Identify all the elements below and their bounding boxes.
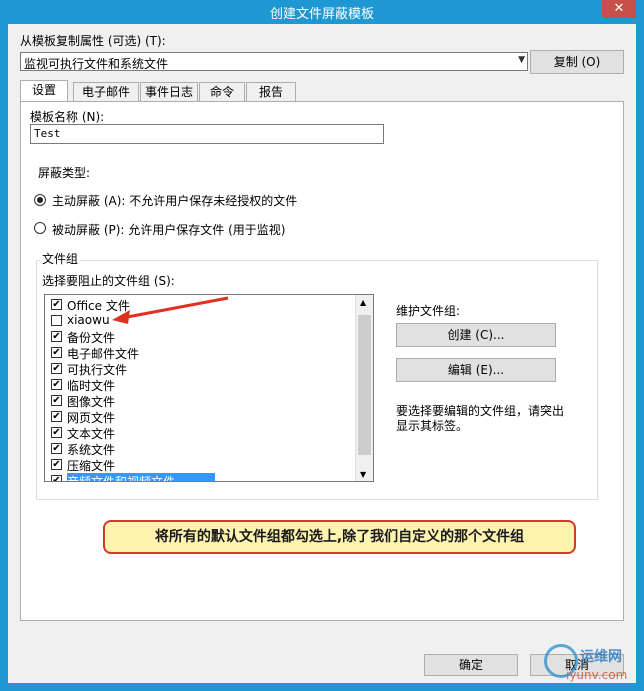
watermark-bottom: iyunv.com xyxy=(566,668,628,682)
template-dropdown-value: 监视可执行文件和系统文件 xyxy=(24,57,169,71)
list-item[interactable]: ✔ 网页文件 xyxy=(51,409,361,425)
template-name-value: Test xyxy=(34,127,61,140)
list-item-label: 系统文件 xyxy=(67,443,116,457)
list-item-label: 音频文件和视频文件 xyxy=(67,473,216,481)
list-item-label: 网页文件 xyxy=(67,411,116,425)
dialog-window: 创建文件屏蔽模板 ✕ 从模板复制属性 (可选) (T): 监视可执行文件和系统文… xyxy=(0,0,644,691)
scroll-down-icon[interactable]: ▼ xyxy=(360,470,366,479)
list-item[interactable]: ✔ 图像文件 xyxy=(51,393,361,409)
watermark-top: 运维网 xyxy=(580,649,622,665)
checkbox-checked[interactable]: ✔ xyxy=(51,331,62,342)
list-item-label: 文本文件 xyxy=(67,427,116,441)
chevron-down-icon[interactable]: ▼ xyxy=(518,55,525,65)
list-item-label: 电子邮件文件 xyxy=(67,347,140,361)
annotation-arrow xyxy=(112,296,229,324)
list-item-label: 备份文件 xyxy=(67,331,116,345)
template-name-input[interactable]: Test xyxy=(30,124,384,144)
select-groups-label: 选择要阻止的文件组 (S): xyxy=(42,274,175,288)
screen-type-label: 屏蔽类型: xyxy=(38,166,91,180)
checkbox-checked[interactable]: ✔ xyxy=(51,347,62,358)
tab-settings[interactable]: 设置 xyxy=(20,80,68,101)
active-screening-label: 主动屏蔽 (A): 不允许用户保存未经授权的文件 xyxy=(52,194,298,208)
checkbox-checked[interactable]: ✔ xyxy=(51,299,62,310)
checkbox-checked[interactable]: ✔ xyxy=(51,379,62,390)
tab-report[interactable]: 报告 xyxy=(246,82,296,101)
list-item[interactable]: ✔ 可执行文件 xyxy=(51,361,361,377)
list-item[interactable]: ✔ 文本文件 xyxy=(51,425,361,441)
list-item[interactable]: ✔ 压缩文件 xyxy=(51,457,361,473)
tab-email[interactable]: 电子邮件 xyxy=(73,82,139,101)
passive-screening-label: 被动屏蔽 (P): 允许用户保存文件 (用于监视) xyxy=(52,223,286,237)
list-item-label: 临时文件 xyxy=(67,379,116,393)
maintain-groups-label: 维护文件组: xyxy=(396,304,461,318)
list-item-label: 压缩文件 xyxy=(67,459,116,473)
scroll-up-icon[interactable]: ▲ xyxy=(360,298,366,307)
template-name-label: 模板名称 (N): xyxy=(30,110,105,124)
annotation-callout: 将所有的默认文件组都勾选上,除了我们自定义的那个文件组 xyxy=(103,520,576,554)
tab-command[interactable]: 命令 xyxy=(199,82,245,101)
close-button[interactable]: ✕ xyxy=(602,0,636,18)
list-item[interactable]: ✔ 系统文件 xyxy=(51,441,361,457)
title-bar[interactable]: 创建文件屏蔽模板 ✕ xyxy=(0,0,644,24)
list-item[interactable]: ✔ 备份文件 xyxy=(51,329,361,345)
ok-button[interactable]: 确定 xyxy=(424,654,518,676)
scrollbar-thumb[interactable] xyxy=(358,315,371,455)
checkbox-checked[interactable]: ✔ xyxy=(51,411,62,422)
checkbox-checked[interactable]: ✔ xyxy=(51,395,62,406)
tab-event-log[interactable]: 事件日志 xyxy=(140,82,198,101)
watermark-logo: 运维网 iyunv.com xyxy=(542,640,634,688)
checkbox-unchecked[interactable] xyxy=(51,315,62,326)
window-title: 创建文件屏蔽模板 xyxy=(269,7,374,22)
list-item[interactable]: ✔ 音频文件和视频文件 xyxy=(51,473,361,481)
checkbox-checked[interactable]: ✔ xyxy=(51,459,62,470)
create-group-button[interactable]: 创建 (C)... xyxy=(396,323,556,347)
checkbox-checked[interactable]: ✔ xyxy=(51,427,62,438)
list-item-label: 图像文件 xyxy=(67,395,116,409)
checkbox-checked[interactable]: ✔ xyxy=(51,475,62,481)
copy-button[interactable]: 复制 (O) xyxy=(530,50,624,74)
checkbox-checked[interactable]: ✔ xyxy=(51,443,62,454)
passive-screening-radio[interactable] xyxy=(34,222,46,234)
list-scrollbar[interactable]: ▲ ▼ xyxy=(355,295,373,481)
edit-hint-text: 要选择要编辑的文件组，请突出显示其标签。 xyxy=(396,404,565,433)
list-item[interactable]: ✔ 临时文件 xyxy=(51,377,361,393)
checkbox-checked[interactable]: ✔ xyxy=(51,363,62,374)
dialog-body: 从模板复制属性 (可选) (T): 监视可执行文件和系统文件 ▼ 复制 (O) … xyxy=(8,24,636,683)
copy-from-label: 从模板复制属性 (可选) (T): xyxy=(20,34,166,48)
file-groups-title: 文件组 xyxy=(40,250,81,267)
list-item-label: 可执行文件 xyxy=(67,363,128,377)
active-screening-radio[interactable] xyxy=(34,194,46,206)
template-dropdown[interactable]: 监视可执行文件和系统文件 ▼ xyxy=(20,52,528,71)
list-item[interactable]: ✔ 电子邮件文件 xyxy=(51,345,361,361)
edit-group-button[interactable]: 编辑 (E)... xyxy=(396,358,556,382)
